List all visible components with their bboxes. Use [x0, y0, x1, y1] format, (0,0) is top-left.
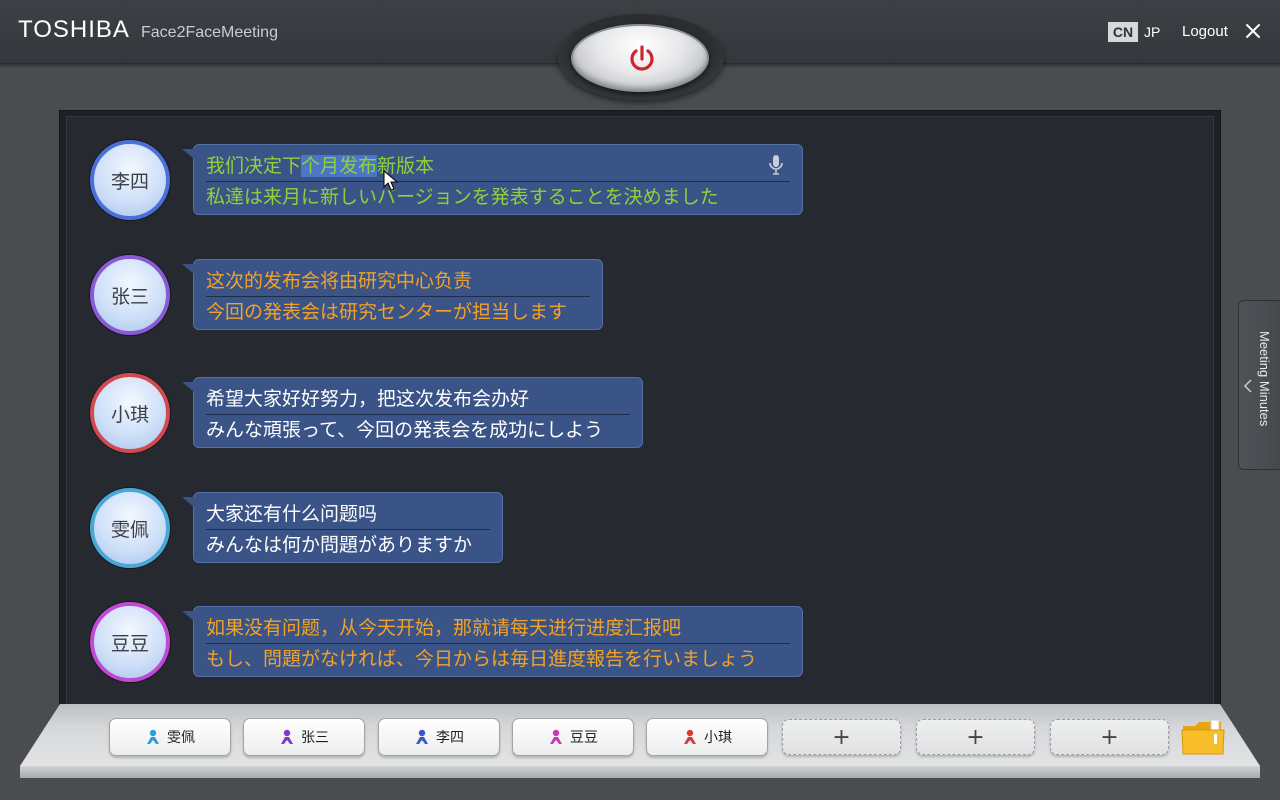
- app-name: Face2FaceMeeting: [141, 24, 278, 41]
- message-translation-text: みんなは何か問題がありますか: [206, 534, 473, 556]
- person-icon: [550, 729, 562, 744]
- chevron-left-icon: [1243, 379, 1252, 393]
- shelf-edge: [20, 766, 1260, 778]
- person-icon: [147, 729, 159, 744]
- participant-button[interactable]: 张三: [243, 718, 365, 756]
- message-translation-text: もし、問題がなければ、今日からは毎日進度報告を行いましょう: [206, 648, 758, 670]
- participant-name: 豆豆: [570, 730, 598, 746]
- add-participant-button[interactable]: +: [916, 719, 1035, 755]
- message-translation-text: 今回の発表会は研究センターが担当します: [206, 301, 568, 323]
- lang-cn-button[interactable]: CN: [1108, 22, 1138, 42]
- participant-name: 小琪: [704, 730, 732, 746]
- lang-jp-button[interactable]: JP: [1144, 22, 1160, 42]
- close-icon[interactable]: [1242, 20, 1264, 42]
- participant-name: 张三: [301, 730, 329, 746]
- meeting-minutes-label: Meeting Minutes: [1257, 331, 1272, 427]
- participant-name: 雯佩: [167, 730, 195, 746]
- message-source-text: 大家还有什么问题吗: [206, 499, 490, 530]
- participant-button[interactable]: 李四: [378, 718, 500, 756]
- message-bubble[interactable]: 希望大家好好努力，把这次发布会办好 みんな頑張って、今回の発表会を成功にしよう: [182, 377, 643, 448]
- message-source-text: 这次的发布会将由研究中心负责: [206, 266, 590, 297]
- participant-button[interactable]: 小琪: [646, 718, 768, 756]
- avatar[interactable]: 李四: [90, 140, 170, 220]
- message-translation-text: 私達は来月に新しいバージョンを発表することを決めました: [206, 186, 719, 208]
- participant-button[interactable]: 豆豆: [512, 718, 634, 756]
- message-bubble[interactable]: 大家还有什么问题吗 みんなは何か問題がありますか: [182, 492, 503, 563]
- message-translation-text: みんな頑張って、今回の発表会を成功にしよう: [206, 419, 604, 441]
- folder-icon[interactable]: [1181, 718, 1225, 758]
- power-icon: [630, 45, 654, 71]
- participant-name: 李四: [436, 730, 464, 746]
- power-button[interactable]: [571, 24, 709, 92]
- brand-logo: TOSHIBA: [18, 16, 130, 43]
- selected-text: 个月发布: [301, 155, 378, 177]
- logout-button[interactable]: Logout: [1182, 22, 1228, 42]
- text-segment: 我们决定下: [206, 155, 302, 177]
- add-participant-button[interactable]: +: [782, 719, 901, 755]
- microphone-icon[interactable]: [768, 154, 784, 176]
- participant-button[interactable]: 雯佩: [109, 718, 231, 756]
- person-icon: [281, 729, 293, 744]
- message-source-text: 希望大家好好努力，把这次发布会办好: [206, 384, 630, 415]
- message-bubble[interactable]: 我们决定下个月发布新版本 私達は来月に新しいバージョンを発表することを決めました: [182, 144, 803, 215]
- add-participant-button[interactable]: +: [1050, 719, 1169, 755]
- avatar[interactable]: 雯佩: [90, 488, 170, 568]
- message-bubble[interactable]: 这次的发布会将由研究中心负责 今回の発表会は研究センターが担当します: [182, 259, 603, 330]
- meeting-minutes-tab[interactable]: Meeting Minutes: [1238, 300, 1280, 470]
- avatar[interactable]: 豆豆: [90, 602, 170, 682]
- person-icon: [684, 729, 696, 744]
- message-source-text: 我们决定下个月发布新版本: [206, 151, 790, 182]
- message-source-text: 如果没有问题，从今天开始，那就请每天进行进度汇报吧: [206, 613, 790, 644]
- avatar[interactable]: 张三: [90, 255, 170, 335]
- avatar[interactable]: 小琪: [90, 373, 170, 453]
- message-bubble[interactable]: 如果没有问题，从今天开始，那就请每天进行进度汇报吧 もし、問題がなければ、今日か…: [182, 606, 803, 677]
- mouse-cursor-icon: [383, 170, 399, 191]
- person-icon: [416, 729, 428, 744]
